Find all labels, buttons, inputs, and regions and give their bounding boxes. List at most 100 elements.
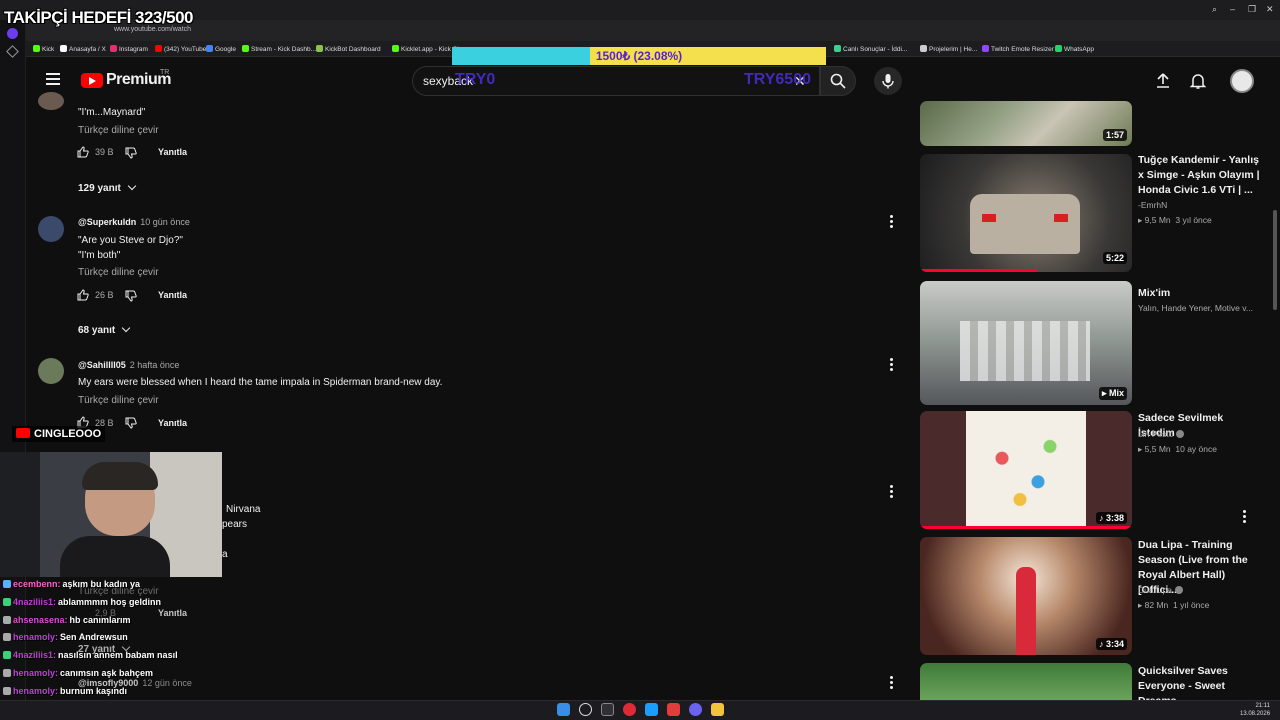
video-thumbnail[interactable] [920,663,1132,700]
bookmark-item[interactable]: WhatsApp [1055,45,1094,53]
chat-message: ahsenasena: hb canımlarım [3,615,131,625]
follower-goal-title: TAKİPÇİ HEDEFİ 323/500 [4,8,193,27]
chat-message: ecembenn: aşkım bu kadın ya [3,579,140,589]
reply-button[interactable]: Yanıtla [158,418,187,428]
steam-icon[interactable] [645,703,658,716]
video-duration: 5:22 [1102,252,1127,264]
video-channel[interactable]: Yalın, Hande Yener, Motive v... [1138,303,1253,313]
comment-more-icon[interactable] [890,358,894,372]
minimize-icon[interactable]: – [1230,4,1235,14]
dislike-icon[interactable] [125,147,137,159]
search-tabs-icon[interactable]: ⌕ [1212,4,1217,15]
chat-username[interactable]: 4naziliis1: [13,597,56,607]
video-thumbnail[interactable]: ♪ 3:34 [920,537,1132,655]
comment-author[interactable]: @Sahillll05 2 hafta önce [78,360,179,370]
file-explorer-icon[interactable] [711,703,724,716]
taskbar-search-icon[interactable] [579,703,592,716]
bookmark-item[interactable]: Projelerim | He... [920,45,977,53]
task-view-icon[interactable] [601,703,614,716]
opera-icon[interactable] [7,28,18,39]
translate-link[interactable]: Türkçe diline çevir [78,395,159,406]
taillight-right [1054,214,1068,222]
chat-text: aşkım bu kadın ya [62,579,141,589]
comment-avatar[interactable] [38,216,64,242]
youtube-logo-icon[interactable] [81,73,103,88]
video-title[interactable]: Tuğçe Kandemir - Yanlış x Simge - Aşkın … [1138,153,1262,198]
comment-text: "I'm...Maynard" [78,107,146,118]
upload-icon[interactable] [1154,72,1172,90]
video-channel[interactable]: Lin Pesto [1138,429,1185,439]
video-channel[interactable]: -EmrhN [1138,200,1167,210]
app-icon[interactable] [667,703,680,716]
video-thumbnail[interactable]: 5:22 [920,154,1132,272]
video-thumbnail[interactable]: ♪ 3:38 [920,411,1132,529]
dancers-shape [960,321,1090,381]
bookmark-item[interactable]: Canlı Sonuçlar - İddi... [834,45,907,53]
chat-badge-icon [3,598,11,606]
dislike-icon[interactable] [125,290,137,302]
video-title[interactable]: Mix'im [1138,286,1262,301]
comment-more-icon[interactable] [890,215,894,229]
bookmark-item[interactable]: Twitch Emote Resizer [982,45,1054,53]
reply-button[interactable]: Yanıtla [158,290,187,300]
chat-text: ablammmm hoş geldinn [58,597,162,607]
bookmark-item[interactable]: Anasayfa / X [60,45,106,53]
chat-badge-icon [3,633,11,641]
video-more-icon[interactable] [1243,510,1247,524]
comment-author[interactable]: @Superkuldn 10 gün önce [78,217,190,227]
chat-username[interactable]: henamoly: [13,668,58,678]
chat-message: 4naziliis1: ablammmm hoş geldinn [3,597,161,607]
windows-start-icon[interactable] [557,703,570,716]
opera-gx-icon[interactable] [623,703,636,716]
chat-badge-icon [3,616,11,624]
search-button[interactable] [820,66,856,96]
discord-icon[interactable] [689,703,702,716]
dislike-icon[interactable] [125,417,137,429]
chat-username[interactable]: ecembenn: [13,579,61,589]
comment-avatar[interactable] [38,92,64,110]
chat-text: burnum kaşındı [60,686,128,696]
chat-username[interactable]: ahsenasena: [13,615,68,625]
chat-username[interactable]: 4naziliis1: [13,650,56,660]
account-avatar[interactable] [1230,69,1254,93]
home-icon[interactable] [6,45,19,58]
donation-amount: 1500₺ (23.08%) [595,49,683,63]
chat-message: 4naziliis1: nasılsın annem babam nasıl [3,650,178,660]
comment-more-icon[interactable] [890,485,894,499]
video-channel[interactable]: Dua Lipa [1138,585,1184,595]
mix-thumbnail[interactable]: ▸ Mix [920,281,1132,405]
chat-message: henamoly: Sen Andrewsun [3,632,128,642]
streamer-name-tag: CINGLEOOO [12,426,106,442]
like-icon[interactable] [77,146,89,158]
close-window-icon[interactable]: ✕ [1266,4,1274,15]
bookmark-item[interactable]: Kick [33,45,54,53]
bookmark-item[interactable]: Google [206,45,236,53]
region-label: TR [160,69,170,76]
comment-avatar[interactable] [38,358,64,384]
system-clock[interactable]: 21:11 13.08.2026 [1240,702,1270,718]
show-replies-button[interactable]: 129 yanıt [78,181,137,194]
video-thumbnail[interactable]: 1:57 [920,101,1132,146]
chat-username[interactable]: henamoly: [13,686,58,696]
scrollbar[interactable] [1273,210,1277,310]
bookmark-item[interactable]: Instagram [110,45,148,53]
bookmark-item[interactable]: (342) YouTube [155,45,206,53]
translate-link[interactable]: Türkçe diline çevir [78,267,159,278]
flower-painting [966,411,1086,529]
reply-button[interactable]: Yanıtla [158,147,187,157]
chat-username[interactable]: henamoly: [13,632,58,642]
menu-icon[interactable] [46,73,60,85]
maximize-icon[interactable]: ❐ [1248,4,1256,15]
comment-more-icon[interactable] [890,676,894,690]
bookmark-item[interactable]: KickBot Dashboard [316,45,381,53]
translate-link[interactable]: Türkçe diline çevir [78,125,159,136]
notifications-bell-icon[interactable] [1189,72,1207,90]
like-icon[interactable] [77,289,89,301]
reply-button[interactable]: Yanıtla [158,608,187,618]
bookmark-favicon-icon [60,45,67,52]
bookmark-item[interactable]: Stream - Kick Dashb... [242,45,316,53]
taskbar [0,700,1280,720]
bookmark-favicon-icon [110,45,117,52]
show-replies-button[interactable]: 68 yanıt [78,323,131,336]
voice-search-button[interactable] [874,67,902,95]
